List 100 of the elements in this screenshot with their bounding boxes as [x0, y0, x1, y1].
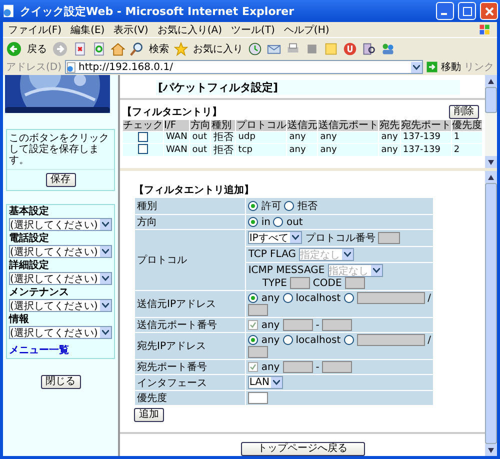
input-field[interactable]	[248, 304, 268, 316]
input-field[interactable]	[356, 334, 425, 346]
menu-dropdown[interactable]: (選択してください)	[9, 218, 112, 231]
input-field[interactable]	[356, 292, 425, 304]
dropdown[interactable]: LAN	[248, 376, 284, 389]
input-field[interactable]	[344, 277, 365, 289]
add-button[interactable]: 追加	[134, 408, 164, 422]
section-title: 【フィルタエントリ追加】	[134, 184, 254, 197]
option-label: プロトコル番号	[305, 232, 376, 245]
up-arrow-icon	[488, 174, 494, 180]
checkbox[interactable]	[248, 320, 258, 330]
field-label: 宛先IPアドレス	[135, 333, 246, 359]
menu-dropdown[interactable]: (選択してください)	[9, 299, 112, 312]
menu-dropdown[interactable]: (選択してください)	[9, 245, 112, 258]
scroll-down-button[interactable]	[485, 444, 497, 456]
search-button[interactable]: 検索	[149, 42, 169, 56]
option-label: TCP FLAG	[248, 249, 296, 260]
people-icon[interactable]	[381, 42, 395, 56]
scroll-up-button[interactable]	[485, 171, 497, 183]
radio-button[interactable]	[284, 201, 294, 211]
menu-item[interactable]: 編集(E)	[70, 22, 105, 36]
page-icon[interactable]	[2, 4, 16, 18]
scroll-thumb[interactable]	[485, 87, 497, 113]
radio-button[interactable]	[282, 293, 293, 303]
radio-button[interactable]	[248, 335, 258, 345]
radio-button[interactable]	[344, 293, 354, 303]
menu-dropdown[interactable]: (選択してください)	[9, 272, 112, 285]
input-field[interactable]	[248, 392, 268, 404]
option-label: localhost	[296, 292, 341, 304]
menu-item[interactable]: お気に入り(A)	[157, 22, 222, 36]
caret-icon	[102, 330, 109, 335]
address-field[interactable]: http://192.168.0.1/	[64, 60, 423, 74]
table-cell: any	[379, 144, 400, 156]
menu-item[interactable]: ヘルプ(H)	[284, 22, 330, 36]
caret-icon	[292, 235, 300, 240]
radio-button[interactable]	[273, 217, 284, 227]
menu-list-link[interactable]: メニュー一覧	[9, 343, 112, 357]
section-title: 【フィルタエントリ】	[122, 106, 222, 119]
star-icon[interactable]	[174, 42, 188, 56]
option-label: any	[261, 320, 280, 330]
mail-icon[interactable]	[267, 42, 281, 56]
menu-item[interactable]: ツール(T)	[231, 22, 275, 36]
back-icon[interactable]	[6, 41, 22, 57]
stop-icon[interactable]	[73, 42, 87, 56]
history-icon[interactable]	[248, 42, 262, 56]
radio-button[interactable]	[344, 335, 354, 345]
square-icon[interactable]	[305, 42, 319, 56]
field-label: 送信元IPアドレス	[135, 291, 246, 317]
option-label: localhost	[296, 334, 341, 346]
up-arrow-icon	[488, 78, 494, 84]
field-label: 方向	[135, 215, 246, 229]
minimize-button[interactable]	[436, 2, 454, 20]
close-page-button[interactable]: 閉じる	[40, 375, 80, 389]
scroll-down-button[interactable]	[485, 156, 497, 168]
page-icon[interactable]	[66, 62, 77, 72]
maximize-button[interactable]	[458, 2, 476, 20]
caret-icon	[372, 268, 380, 273]
home-icon[interactable]	[111, 42, 125, 56]
circle-icon[interactable]	[343, 42, 357, 56]
input-field[interactable]	[378, 232, 400, 244]
radio-button[interactable]	[248, 217, 258, 227]
radio-button[interactable]	[282, 335, 293, 345]
go-button[interactable]: 移動	[441, 60, 461, 74]
column-header: プロトコル	[236, 120, 286, 131]
refresh-icon[interactable]	[92, 42, 106, 56]
checkbox[interactable]	[248, 362, 258, 372]
row-checkbox[interactable]	[138, 132, 148, 142]
radio-button[interactable]	[248, 293, 258, 303]
caret-icon	[102, 222, 109, 227]
input-field[interactable]	[322, 319, 352, 331]
column-header: 方向	[190, 120, 210, 131]
favorites-button[interactable]: お気に入り	[193, 42, 243, 56]
input-field[interactable]	[248, 346, 268, 358]
menu-item[interactable]: ファイル(F)	[8, 22, 62, 36]
menu-item[interactable]: 表示(V)	[114, 22, 148, 36]
scroll-thumb[interactable]	[485, 183, 497, 444]
search-icon[interactable]	[130, 42, 144, 56]
close-button[interactable]	[480, 2, 498, 20]
save-button[interactable]: 保存	[46, 173, 76, 187]
dash-text: -	[316, 320, 320, 330]
back-to-top-button[interactable]: トップページへ戻る	[240, 442, 364, 456]
input-field[interactable]	[290, 277, 310, 289]
menu-dropdown[interactable]: (選択してください)	[9, 326, 112, 339]
flag-icon[interactable]	[478, 22, 492, 36]
input-field[interactable]	[282, 361, 313, 373]
down-arrow-icon	[488, 160, 494, 164]
go-icon[interactable]	[426, 61, 438, 73]
radio-button[interactable]	[248, 201, 258, 211]
input-field[interactable]	[322, 361, 352, 373]
dropdown[interactable]: IPすべて	[248, 231, 302, 244]
maximize-icon	[462, 6, 472, 16]
scroll-up-button[interactable]	[485, 75, 497, 87]
row-checkbox[interactable]	[138, 144, 148, 154]
column-header: チェック	[123, 120, 163, 131]
forward-icon[interactable]	[52, 41, 68, 57]
menu-group-label: 詳細設定	[9, 260, 50, 272]
delete-button[interactable]: 削除	[449, 105, 479, 119]
back-button[interactable]: 戻る	[27, 42, 47, 56]
input-field[interactable]	[282, 319, 313, 331]
menu-group-label: 情報	[9, 314, 30, 326]
